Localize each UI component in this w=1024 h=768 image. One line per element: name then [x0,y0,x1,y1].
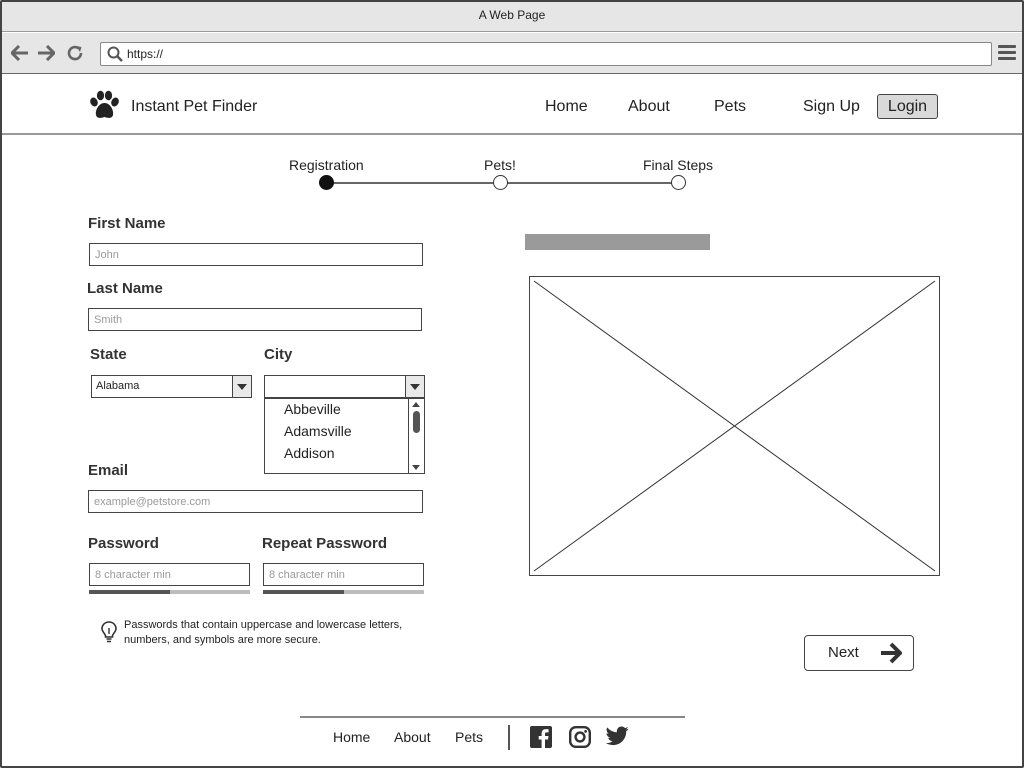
password-label: Password [88,535,159,552]
state-label: State [90,346,127,363]
placeholder-cross [533,280,936,572]
next-button-label: Next [828,644,859,661]
repeat-password-strength-meter [263,590,424,594]
reload-button[interactable] [65,43,85,63]
scroll-thumb[interactable] [413,411,420,433]
back-button[interactable] [10,43,30,63]
step-dot-final[interactable] [671,175,686,190]
email-label: Email [88,462,129,479]
last-name-input[interactable] [88,308,422,331]
last-name-label: Last Name [87,280,163,297]
image-placeholder [529,276,940,576]
forward-button[interactable] [36,43,56,63]
password-strength-meter [89,590,250,594]
repeat-password-strength-fill [263,590,344,594]
heading-placeholder [525,234,710,250]
city-option[interactable]: Abbeville [284,401,341,417]
step-label-final: Final Steps [643,157,714,173]
arrow-left-icon [11,45,28,61]
city-option[interactable]: Adamsville [284,423,352,439]
password-strength-fill [89,590,170,594]
state-select[interactable]: Alabama [91,375,252,398]
site-header: Instant Pet Finder Home About Pets Sign … [2,75,1022,135]
email-input[interactable] [88,490,423,513]
footer-pets-link[interactable]: Pets [455,729,483,745]
url-input[interactable] [127,45,977,63]
nav-about-link[interactable]: About [628,98,670,116]
browser-toolbar [2,33,1022,74]
arrow-right-icon [881,642,902,664]
twitter-icon[interactable] [606,726,629,746]
step-label-pets: Pets! [484,157,516,173]
lightbulb-icon [101,621,117,643]
chevron-down-icon [232,376,251,397]
city-dropdown-list[interactable]: Abbeville Adamsville Addison [264,398,425,474]
arrow-right-icon [38,45,55,61]
repeat-password-input[interactable] [263,563,424,586]
brand-name: Instant Pet Finder [131,98,258,115]
login-button[interactable]: Login [877,94,938,119]
window-title: A Web Page [2,2,1022,32]
instagram-icon[interactable] [569,726,591,748]
footer-divider-line [300,716,685,718]
nav-signup-link[interactable]: Sign Up [803,98,860,116]
facebook-icon[interactable] [530,726,552,748]
search-icon [107,46,123,62]
footer-separator [508,725,510,750]
first-name-label: First Name [88,215,166,232]
password-tip: Passwords that contain uppercase and low… [124,619,403,646]
step-label-registration: Registration [289,157,364,173]
nav-pets-link[interactable]: Pets [714,98,746,116]
browser-window: A Web Page Instant Pet Finder Home About… [0,0,1024,768]
password-input[interactable] [89,563,250,586]
next-button[interactable]: Next [804,635,914,671]
footer-about-link[interactable]: About [394,729,431,745]
address-bar[interactable] [100,42,992,66]
city-label: City [264,346,293,363]
state-selected-value: Alabama [96,380,140,392]
scroll-down-icon[interactable] [412,465,420,470]
city-select[interactable] [264,375,425,398]
paw-icon [90,90,119,118]
menu-icon[interactable] [998,45,1016,63]
repeat-password-label: Repeat Password [262,535,388,552]
city-list-scrollbar[interactable] [408,399,424,473]
step-dot-registration[interactable] [319,175,334,190]
first-name-input[interactable] [89,243,423,266]
chevron-down-icon [405,376,424,397]
reload-icon [67,45,83,61]
step-dot-pets[interactable] [493,175,508,190]
city-option[interactable]: Addison [284,445,335,461]
footer-home-link[interactable]: Home [333,729,370,745]
nav-home-link[interactable]: Home [545,98,588,116]
scroll-up-icon[interactable] [412,402,420,407]
